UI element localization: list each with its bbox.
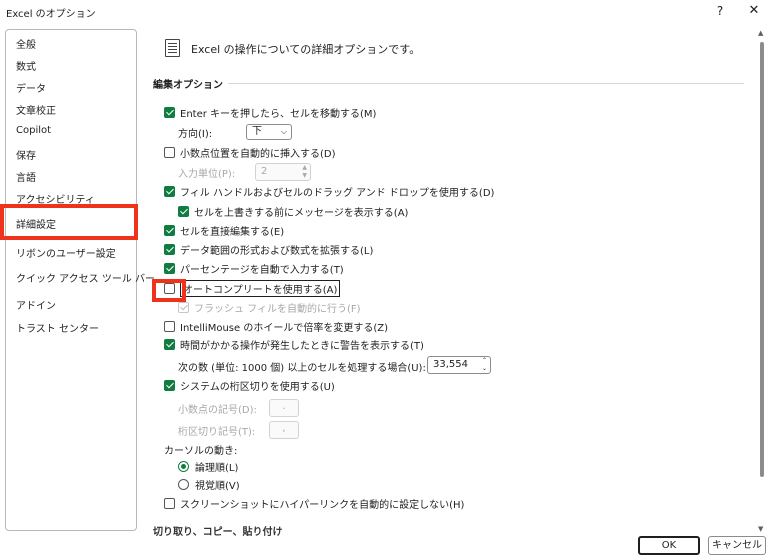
- option-fill-handle[interactable]: フィル ハンドルおよびセルのドラッグ アンド ドロップを使用する(D): [164, 183, 494, 199]
- title-bar: Excel のオプション ? ✕: [0, 0, 770, 24]
- sidebar-item-trust-center[interactable]: トラスト センター: [16, 320, 99, 335]
- no-hyperlink-label: スクリーンショットにハイパーリンクを自動的に設定しない(H): [180, 499, 465, 511]
- cells-value: 33,554: [433, 359, 468, 370]
- auto-decimal-checkbox[interactable]: [164, 146, 175, 158]
- spin-up-icon: ▲: [302, 164, 307, 171]
- overwrite-alert-label: セルを上書きする前にメッセージを表示する(A): [194, 207, 409, 219]
- section-title: 編集オプション: [153, 80, 223, 91]
- cells-spinner[interactable]: 33,554 ⌃ ⌄: [427, 356, 491, 374]
- option-auto-decimal[interactable]: 小数点位置を自動的に挿入する(D): [164, 144, 336, 160]
- logical-label: 論理順(L): [195, 462, 239, 474]
- option-extend-formats[interactable]: データ範囲の形式および数式を拡張する(L): [164, 241, 373, 257]
- direction-select[interactable]: 下 ⌵: [246, 124, 292, 140]
- places-value: 2: [261, 166, 268, 177]
- option-direct-edit[interactable]: セルを直接編集する(E): [164, 222, 284, 238]
- overwrite-alert-checkbox[interactable]: [178, 205, 189, 217]
- sidebar-item-addins[interactable]: アドイン: [16, 297, 56, 312]
- auto-percent-checkbox[interactable]: [164, 262, 175, 274]
- extend-formats-label: データ範囲の形式および数式を拡張する(L): [180, 245, 374, 257]
- sidebar: 全般 数式 データ 文章校正 Copilot 保存 言語 アクセシビリティ 詳細…: [5, 29, 155, 531]
- option-enter-move[interactable]: Enter キーを押したら、セルを移動する(M): [164, 104, 376, 120]
- autocomplete-label: オートコンプリートを使用する(A): [180, 279, 341, 297]
- sidebar-item-quick-access[interactable]: クイック アクセス ツール バー: [16, 270, 155, 285]
- scroll-down-icon[interactable]: ▼: [758, 525, 763, 533]
- intellimouse-checkbox[interactable]: [164, 320, 175, 332]
- window-title: Excel のオプション: [6, 9, 96, 20]
- spin-up-icon: ⌃: [481, 357, 487, 364]
- checkbox-highlight: [152, 279, 186, 302]
- option-logical[interactable]: 論理順(L): [178, 458, 238, 474]
- decimal-separator-label: 小数点の記号(D):: [178, 404, 257, 416]
- flash-fill-checkbox[interactable]: [178, 301, 189, 313]
- cancel-button[interactable]: キャンセル: [708, 536, 766, 555]
- cursor-movement-label: カーソルの動き:: [164, 445, 238, 457]
- chevron-down-icon: ⌵: [280, 127, 287, 136]
- sidebar-item-formulas[interactable]: 数式: [16, 58, 36, 73]
- help-button[interactable]: ?: [711, 2, 729, 20]
- next-section-title: 切り取り、コピー、貼り付け: [153, 527, 283, 538]
- direction-label: 方向(I):: [178, 128, 213, 140]
- sidebar-item-data[interactable]: データ: [16, 80, 46, 95]
- option-alert-slow[interactable]: 時間がかかる操作が発生したときに警告を表示する(T): [164, 336, 424, 352]
- direct-edit-checkbox[interactable]: [164, 224, 175, 236]
- cells-label: 次の数 (単位: 1000 個) 以上のセルを処理する場合(U):: [178, 362, 426, 374]
- option-visual[interactable]: 視覚順(V): [178, 476, 240, 492]
- system-separators-label: システムの桁区切りを使用する(U): [180, 381, 335, 393]
- thousands-separator-input[interactable]: ,: [269, 421, 299, 439]
- document-icon: [165, 39, 180, 57]
- option-overwrite-alert[interactable]: セルを上書きする前にメッセージを表示する(A): [178, 203, 408, 219]
- flash-fill-label: フラッシュ フィルを自動的に行う(F): [194, 303, 361, 315]
- options-panel: Excel の操作についての詳細オプションです。 編集オプション Enter キ…: [140, 28, 750, 533]
- spin-down-icon: ⌄: [481, 365, 487, 372]
- option-flash-fill[interactable]: フラッシュ フィルを自動的に行う(F): [178, 299, 361, 315]
- sidebar-item-save[interactable]: 保存: [16, 147, 36, 162]
- places-spinner[interactable]: 2 ▲ ▼: [255, 163, 311, 181]
- auto-percent-label: パーセンテージを自動で入力する(T): [180, 264, 344, 276]
- scroll-up-icon[interactable]: ▲: [758, 29, 763, 37]
- section-divider: [228, 83, 744, 84]
- scrollbar[interactable]: ▲ ▼: [757, 29, 767, 533]
- option-system-separators[interactable]: システムの桁区切りを使用する(U): [164, 377, 335, 393]
- option-auto-percent[interactable]: パーセンテージを自動で入力する(T): [164, 260, 344, 276]
- sidebar-item-copilot[interactable]: Copilot: [16, 125, 51, 136]
- no-hyperlink-checkbox[interactable]: [164, 497, 175, 509]
- thousands-separator-label: 桁区切り記号(T):: [178, 426, 256, 438]
- selected-item-highlight: [0, 204, 138, 240]
- logical-radio[interactable]: [178, 460, 189, 472]
- option-no-hyperlink[interactable]: スクリーンショットにハイパーリンクを自動的に設定しない(H): [164, 495, 464, 511]
- enter-move-checkbox[interactable]: [164, 106, 175, 118]
- option-intellimouse[interactable]: IntelliMouse のホイールで倍率を変更する(Z): [164, 318, 388, 334]
- system-separators-checkbox[interactable]: [164, 379, 175, 391]
- extend-formats-checkbox[interactable]: [164, 243, 175, 255]
- fill-handle-label: フィル ハンドルおよびセルのドラッグ アンド ドロップを使用する(D): [180, 187, 495, 199]
- visual-label: 視覚順(V): [195, 480, 240, 492]
- intellimouse-label: IntelliMouse のホイールで倍率を変更する(Z): [180, 322, 388, 334]
- enter-move-label: Enter キーを押したら、セルを移動する(M): [180, 108, 377, 120]
- sidebar-item-customize-ribbon[interactable]: リボンのユーザー設定: [16, 245, 116, 260]
- sidebar-item-proofing[interactable]: 文章校正: [16, 102, 56, 117]
- alert-slow-checkbox[interactable]: [164, 338, 175, 350]
- sidebar-item-general[interactable]: 全般: [16, 36, 36, 51]
- decimal-separator-input[interactable]: .: [269, 399, 299, 417]
- alert-slow-label: 時間がかかる操作が発生したときに警告を表示する(T): [180, 340, 424, 352]
- direct-edit-label: セルを直接編集する(E): [180, 226, 285, 238]
- close-button[interactable]: ✕: [744, 2, 764, 20]
- auto-decimal-label: 小数点位置を自動的に挿入する(D): [180, 148, 336, 160]
- option-autocomplete[interactable]: オートコンプリートを使用する(A): [164, 279, 341, 297]
- page-header: Excel の操作についての詳細オプションです。: [191, 43, 421, 56]
- visual-radio[interactable]: [178, 478, 189, 490]
- scroll-thumb[interactable]: [760, 42, 764, 477]
- fill-handle-checkbox[interactable]: [164, 185, 175, 197]
- places-label: 入力単位(P):: [178, 168, 236, 180]
- spin-down-icon: ▼: [302, 172, 307, 179]
- sidebar-item-language[interactable]: 言語: [16, 169, 36, 184]
- direction-value: 下: [252, 126, 262, 137]
- ok-button[interactable]: OK: [638, 536, 700, 555]
